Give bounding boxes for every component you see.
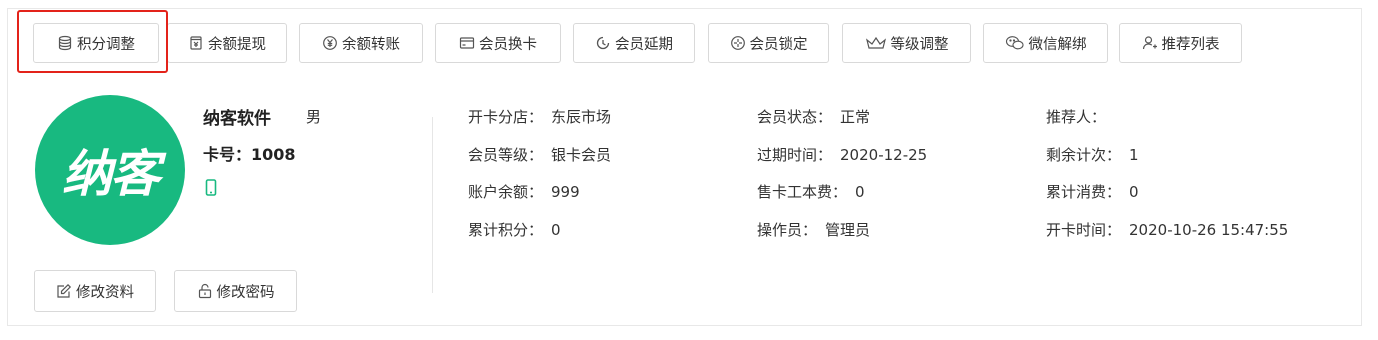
member-detail-panel: 积分调整 余额提现 余额转账 会员换卡 会员延期 会员锁定 等级调整 微信解绑 …	[7, 8, 1362, 326]
edit-icon	[56, 283, 72, 299]
vertical-divider	[432, 117, 433, 293]
edit-profile-button[interactable]: 修改资料	[34, 270, 156, 312]
referral-list-label: 推荐列表	[1161, 36, 1220, 53]
field-referrer: 推荐人：	[1046, 106, 1114, 127]
field-branch-value: 东辰市场	[551, 108, 612, 126]
compass-icon	[730, 35, 746, 51]
field-remaining-count-value: 1	[1129, 146, 1139, 164]
member-name: 纳客软件	[203, 109, 271, 129]
field-branch: 开卡分店： 东辰市场	[468, 106, 611, 127]
field-total-points: 累计积分： 0	[468, 219, 561, 240]
lock-icon	[197, 283, 213, 299]
adjust-points-button[interactable]: 积分调整	[33, 23, 159, 63]
member-action-toolbar: 积分调整 余额提现 余额转账 会员换卡 会员延期 会员锁定 等级调整 微信解绑 …	[8, 9, 1361, 79]
edit-profile-label: 修改资料	[76, 284, 134, 301]
field-expiry-date-value: 2020-12-25	[840, 146, 928, 164]
adjust-level-label: 等级调整	[890, 36, 949, 53]
transfer-balance-button[interactable]: 余额转账	[299, 23, 423, 63]
field-expiry-date-key: 过期时间：	[757, 146, 833, 164]
field-remaining-count: 剩余计次： 1	[1046, 144, 1139, 165]
field-card-fee-key: 售卡工本费：	[757, 183, 848, 201]
withdraw-balance-label: 余额提现	[208, 36, 266, 53]
database-icon	[57, 35, 73, 51]
field-total-spending: 累计消费： 0	[1046, 181, 1139, 202]
yen-icon	[322, 35, 338, 51]
field-balance-value: 999	[551, 183, 580, 201]
lock-member-button[interactable]: 会员锁定	[708, 23, 829, 63]
field-member-status: 会员状态： 正常	[757, 106, 870, 127]
field-open-time-value: 2020-10-26 15:47:55	[1129, 221, 1289, 239]
field-open-time-key: 开卡时间：	[1046, 221, 1122, 239]
wechat-unbind-button[interactable]: 微信解绑	[983, 23, 1108, 63]
field-member-level-value: 银卡会员	[551, 146, 612, 164]
change-card-button[interactable]: 会员换卡	[435, 23, 561, 63]
field-remaining-count-key: 剩余计次：	[1046, 146, 1122, 164]
field-card-fee: 售卡工本费： 0	[757, 181, 865, 202]
card-number-value: 1008	[251, 145, 296, 164]
field-member-level-key: 会员等级：	[468, 146, 544, 164]
referral-list-button[interactable]: 推荐列表	[1119, 23, 1242, 63]
field-total-spending-value: 0	[1129, 183, 1139, 201]
change-password-label: 修改密码	[216, 284, 275, 301]
clock-icon	[595, 35, 611, 51]
field-balance: 账户余额： 999	[468, 181, 580, 202]
adjust-level-button[interactable]: 等级调整	[842, 23, 971, 63]
member-gender: 男	[306, 108, 322, 126]
field-operator-value: 管理员	[825, 221, 871, 239]
card-number-row: 卡号：1008	[203, 141, 296, 165]
wechat-icon	[1005, 35, 1025, 51]
card-number-label: 卡号：	[203, 145, 252, 164]
lock-member-label: 会员锁定	[749, 36, 808, 53]
field-operator-key: 操作员：	[757, 221, 818, 239]
change-password-button[interactable]: 修改密码	[174, 270, 297, 312]
extend-membership-button[interactable]: 会员延期	[573, 23, 695, 63]
field-referrer-key: 推荐人：	[1046, 108, 1107, 126]
field-total-points-key: 累计积分：	[468, 221, 544, 239]
card-icon	[459, 35, 475, 51]
transfer-balance-label: 余额转账	[342, 36, 400, 53]
field-member-status-value: 正常	[840, 108, 871, 126]
extend-membership-label: 会员延期	[615, 36, 673, 53]
field-branch-key: 开卡分店：	[468, 108, 544, 126]
field-member-level: 会员等级： 银卡会员	[468, 144, 611, 165]
member-avatar: 纳客	[35, 95, 185, 245]
user-add-icon	[1142, 35, 1158, 51]
withdraw-balance-button[interactable]: 余额提现	[167, 23, 287, 63]
crown-icon	[865, 35, 887, 51]
wechat-unbind-label: 微信解绑	[1028, 36, 1087, 53]
adjust-points-label: 积分调整	[77, 36, 135, 53]
field-member-status-key: 会员状态：	[757, 108, 833, 126]
wallet-icon	[188, 35, 204, 51]
field-expiry-date: 过期时间： 2020-12-25	[757, 144, 927, 165]
mobile-icon[interactable]	[205, 179, 217, 196]
field-total-spending-key: 累计消费：	[1046, 183, 1122, 201]
field-total-points-value: 0	[551, 221, 561, 239]
field-operator: 操作员： 管理员	[757, 219, 870, 240]
field-card-fee-value: 0	[855, 183, 865, 201]
field-balance-key: 账户余额：	[468, 183, 544, 201]
change-card-label: 会员换卡	[479, 36, 537, 53]
field-open-time: 开卡时间： 2020-10-26 15:47:55	[1046, 219, 1288, 240]
